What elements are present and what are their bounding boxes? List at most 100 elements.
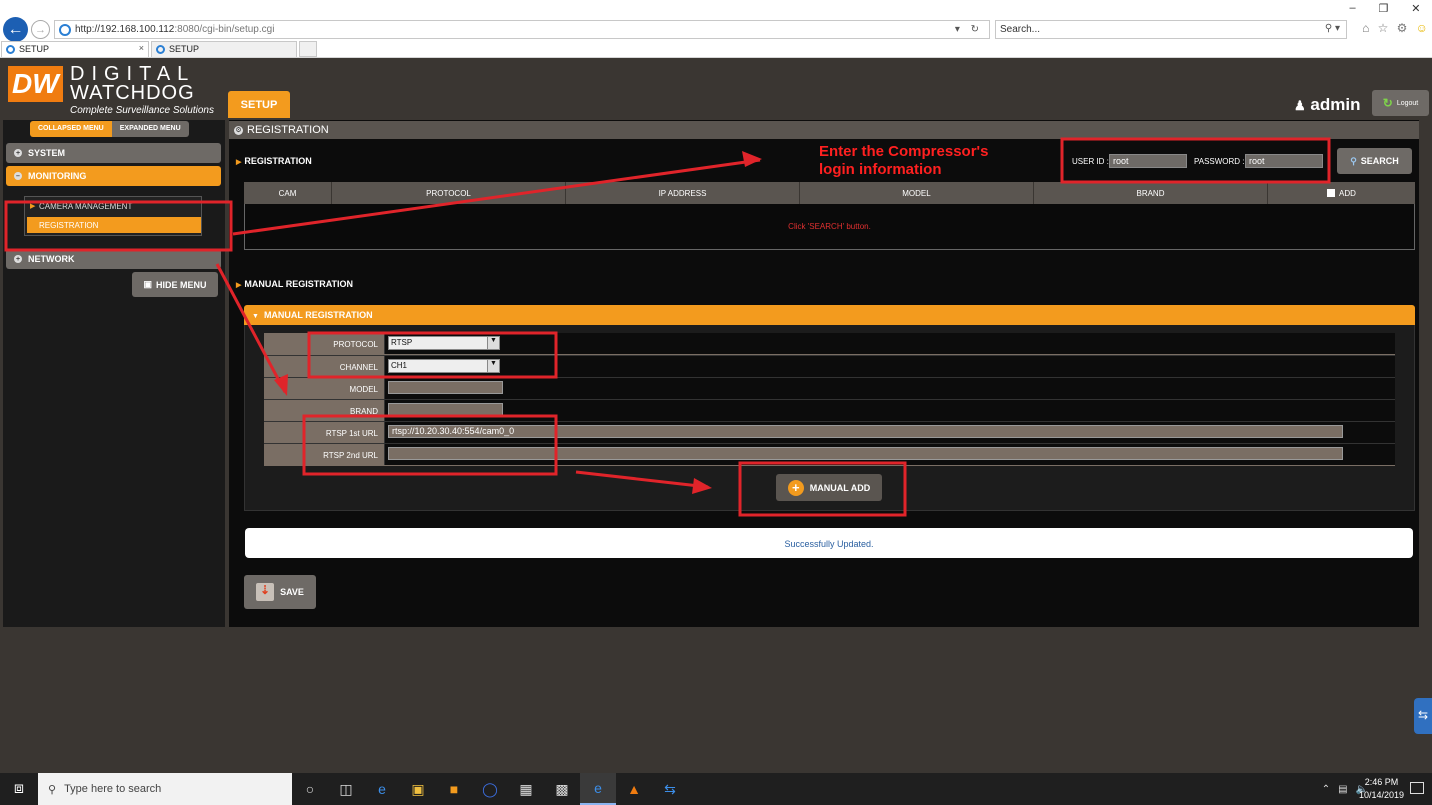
chevron-up-icon[interactable]: ⌃ bbox=[1322, 784, 1330, 795]
sidebar-item-camera-management[interactable]: ▶ CAMERA MANAGEMENT bbox=[27, 198, 201, 214]
browser-search-input[interactable]: Search... ⚲ ▾ bbox=[995, 20, 1347, 39]
hide-menu-icon: ▣ bbox=[143, 279, 152, 289]
logout-button[interactable]: ↻ Logout bbox=[1372, 90, 1429, 116]
file-explorer-icon[interactable]: ▣ bbox=[400, 773, 436, 805]
sidebar-item-label: CAMERA MANAGEMENT bbox=[39, 202, 133, 211]
channel-select[interactable]: CH1 ▼ bbox=[388, 359, 500, 373]
sidebar-item-registration[interactable]: REGISTRATION bbox=[27, 217, 201, 233]
vlc-icon[interactable]: ▲ bbox=[616, 773, 652, 805]
manual-add-label: MANUAL ADD bbox=[809, 482, 871, 493]
cortana-icon[interactable]: ○ bbox=[292, 773, 328, 805]
minimize-icon[interactable]: – bbox=[1349, 2, 1355, 18]
column-header-protocol: PROTOCOL bbox=[332, 182, 566, 204]
browser-tab-2[interactable]: SETUP bbox=[151, 41, 297, 57]
sidebar-item-network[interactable]: + NETWORK bbox=[6, 249, 221, 269]
browser-icons: ⌂ ☆ ⚙ ☺ bbox=[1358, 21, 1432, 35]
brand-input[interactable] bbox=[388, 403, 503, 416]
taskbar-clock[interactable]: 2:46 PM 10/14/2019 bbox=[1359, 776, 1404, 802]
close-icon[interactable]: ✕ bbox=[1411, 2, 1420, 18]
minus-icon: – bbox=[14, 172, 22, 180]
taskbar-search-input[interactable]: ⚲ Type here to search bbox=[38, 773, 292, 805]
channel-cell: CH1 ▼ bbox=[384, 356, 1395, 377]
triangle-icon: ▶ bbox=[236, 159, 242, 166]
model-input[interactable] bbox=[388, 381, 503, 394]
rtsp1-cell: rtsp://10.20.30.40:554/cam0_0 bbox=[384, 422, 1395, 443]
search-label: SEARCH bbox=[1360, 156, 1399, 166]
manual-add-button[interactable]: + MANUAL ADD bbox=[776, 474, 882, 501]
form-row-brand: BRAND bbox=[264, 399, 1395, 422]
dw-app-icon[interactable]: ■ bbox=[436, 773, 472, 805]
windows-taskbar: ⧈ ⚲ Type here to search ○ ◫ e ▣ ■ ◯ ▦ ▩ … bbox=[0, 773, 1432, 805]
task-view-icon[interactable]: ◫ bbox=[328, 773, 364, 805]
edge-icon[interactable]: e bbox=[364, 773, 400, 805]
tab-label: SETUP bbox=[19, 44, 50, 54]
url-path: :8080/cgi-bin/setup.cgi bbox=[174, 24, 275, 35]
power-icon: ↻ bbox=[1382, 96, 1393, 110]
hide-menu-button[interactable]: ▣ HIDE MENU bbox=[132, 272, 218, 297]
model-label: MODEL bbox=[264, 378, 384, 400]
address-bar[interactable]: http://192.168.100.112:8080/cgi-bin/setu… bbox=[54, 20, 990, 39]
teamviewer-side-icon[interactable]: ⇆ bbox=[1414, 698, 1432, 734]
clock-time: 2:46 PM bbox=[1364, 777, 1399, 787]
user-icon: ♟ bbox=[1294, 98, 1306, 113]
search-icon: ⚲ bbox=[1350, 155, 1357, 166]
column-header-add: ADD bbox=[1268, 182, 1415, 204]
logo-name: DIGITAL WATCHDOG bbox=[70, 64, 195, 103]
home-icon[interactable]: ⌂ bbox=[1362, 21, 1369, 35]
form-row-rtsp2: RTSP 2nd URL bbox=[264, 443, 1395, 466]
expanded-menu-button[interactable]: EXPANDED MENU bbox=[111, 121, 189, 137]
password-input[interactable]: root bbox=[1245, 154, 1323, 168]
rtsp1-url-input[interactable]: rtsp://10.20.30.40:554/cam0_0 bbox=[388, 425, 1343, 438]
registration-section-title: ▶ REGISTRATION bbox=[236, 156, 312, 166]
logo-dw: DW bbox=[8, 66, 63, 102]
table-header: CAM PROTOCOL IP ADDRESS MODEL BRAND ADD bbox=[244, 182, 1415, 204]
clock-date: 10/14/2019 bbox=[1358, 790, 1404, 800]
internet-explorer-icon[interactable]: e bbox=[580, 773, 616, 805]
notification-icon[interactable] bbox=[1410, 782, 1424, 794]
window-controls: – ❐ ✕ bbox=[1338, 2, 1432, 18]
sidebar-item-label: MONITORING bbox=[28, 171, 87, 181]
forward-button[interactable]: → bbox=[31, 20, 50, 39]
save-button[interactable]: ⇣ SAVE bbox=[244, 575, 316, 609]
windows-start-icon[interactable]: ⧈ bbox=[0, 773, 38, 805]
favorites-star-icon[interactable]: ☆ bbox=[1378, 21, 1389, 35]
network-icon[interactable]: ▤ bbox=[1338, 784, 1347, 795]
search-button[interactable]: ⚲ SEARCH bbox=[1337, 148, 1412, 174]
close-tab-icon[interactable]: × bbox=[139, 43, 144, 53]
search-icon[interactable]: ⚲ ▾ bbox=[1325, 23, 1340, 34]
protocol-select[interactable]: RTSP ▼ bbox=[388, 336, 500, 350]
sidebar-item-monitoring[interactable]: – MONITORING bbox=[6, 166, 221, 186]
setup-tab[interactable]: SETUP bbox=[228, 91, 290, 118]
gear-icon[interactable]: ⚙ bbox=[1397, 21, 1408, 35]
user-name: admin bbox=[1310, 95, 1361, 114]
ie-tab-icon bbox=[156, 45, 165, 54]
circle-app-icon[interactable]: ◯ bbox=[472, 773, 508, 805]
network-app-icon[interactable]: ▦ bbox=[508, 773, 544, 805]
annotation-line1: Enter the Compressor's bbox=[819, 143, 989, 160]
plus-icon: + bbox=[14, 255, 22, 263]
add-label: ADD bbox=[1339, 188, 1356, 198]
sidebar-item-label: SYSTEM bbox=[28, 148, 66, 158]
browser-tab-1[interactable]: SETUP × bbox=[1, 41, 149, 57]
triangle-icon: ▶ bbox=[30, 203, 36, 210]
empty-message: Click 'SEARCH' button. bbox=[788, 222, 871, 231]
sidebar-item-system[interactable]: + SYSTEM bbox=[6, 143, 221, 163]
gear-icon: ⚙ bbox=[234, 125, 243, 135]
user-id-input[interactable]: root bbox=[1109, 154, 1187, 168]
protocol-label: PROTOCOL bbox=[264, 333, 384, 355]
back-button[interactable]: ← bbox=[3, 17, 28, 42]
model-cell bbox=[384, 378, 1395, 399]
new-tab-button[interactable] bbox=[299, 41, 317, 57]
refresh-icon[interactable]: ▾ ↻ bbox=[955, 24, 989, 35]
column-header-brand: BRAND bbox=[1034, 182, 1268, 204]
manual-registration-bar[interactable]: ▼ MANUAL REGISTRATION bbox=[244, 305, 1415, 325]
chevron-down-icon: ▼ bbox=[487, 360, 499, 372]
restore-icon[interactable]: ❐ bbox=[1379, 2, 1389, 18]
save-label: SAVE bbox=[280, 587, 304, 597]
collapsed-menu-button[interactable]: COLLAPSED MENU bbox=[30, 121, 112, 137]
rtsp2-url-input[interactable] bbox=[388, 447, 1343, 460]
select-all-checkbox[interactable] bbox=[1327, 189, 1336, 197]
smiley-icon[interactable]: ☺ bbox=[1416, 21, 1428, 35]
teamviewer-icon[interactable]: ⇆ bbox=[652, 773, 688, 805]
terminal-icon[interactable]: ▩ bbox=[544, 773, 580, 805]
